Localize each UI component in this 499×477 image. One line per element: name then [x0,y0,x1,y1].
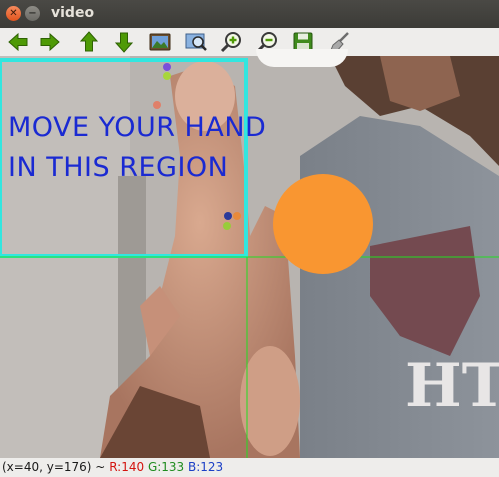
toolbar [0,28,499,57]
blue-value: B:123 [188,460,224,474]
fingertip-point [163,72,171,80]
pan-right-button[interactable] [38,30,62,54]
fingertip-point [223,222,231,230]
zoom-original-button[interactable] [148,30,172,54]
arrow-down-icon [114,32,134,53]
pan-down-button[interactable] [112,30,136,54]
close-window-button[interactable]: ✕ [6,6,21,21]
minimize-window-button[interactable]: − [25,6,40,21]
fingertip-point [224,212,232,220]
zoom-window-icon [185,33,207,51]
arrow-up-icon [79,31,99,52]
pixel-coordinates: (x=40, y=176) ~ [2,460,106,474]
zoom-fit-button[interactable] [184,30,208,54]
green-value: G:133 [147,460,185,474]
window-title: video [51,5,95,21]
pan-left-button[interactable] [6,30,30,54]
pan-up-button[interactable] [77,30,101,54]
instruction-line-2: IN THIS REGION [8,152,228,183]
fingertip-point [163,63,171,71]
arrow-right-icon [40,32,60,52]
title-bar: ✕ − video [0,0,499,28]
minimize-icon: − [28,8,37,19]
zoom-in-icon [220,32,241,53]
video-window: ✕ − video HT MOVE YOUR HAND IN THIS REGI… [0,0,499,477]
zoom-in-button[interactable] [219,30,243,54]
red-value: R:140 [109,460,145,474]
svg-text:HT: HT [405,351,499,421]
fingertip-point [153,101,161,109]
arrow-left-icon [8,32,28,52]
tracking-circle [273,174,373,274]
picture-icon [149,33,171,51]
fingertip-point [233,212,241,220]
close-icon: ✕ [9,8,18,19]
status-bar: (x=40, y=176) ~ R:140 G:133 B:123 [0,458,499,477]
toolbar-tooltip-bubble [256,49,348,67]
camera-image: HT MOVE YOUR HAND IN THIS REGION [0,56,499,458]
video-frame[interactable]: HT MOVE YOUR HAND IN THIS REGION [0,56,499,458]
instruction-line-1: MOVE YOUR HAND [8,112,266,143]
